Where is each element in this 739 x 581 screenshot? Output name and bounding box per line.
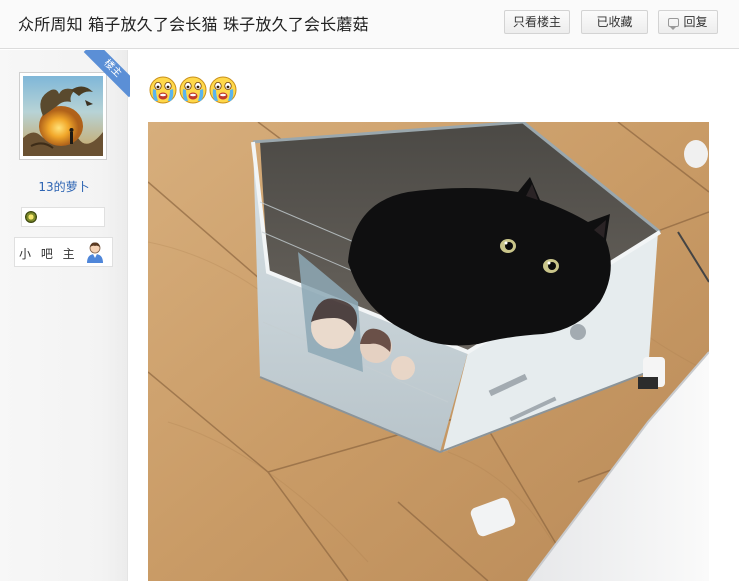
post-photo[interactable] [148, 122, 709, 581]
thread-header: 众所周知 箱子放久了会长猫 珠子放久了会长蘑菇 只看楼主 已收藏 回复 [0, 0, 739, 49]
collected-button[interactable]: 已收藏 [581, 10, 648, 34]
op-ribbon: 楼主 [76, 50, 130, 104]
crying-face-icon [149, 76, 177, 104]
reply-button[interactable]: 回复 [658, 10, 718, 34]
crying-face-icon [179, 76, 207, 104]
reply-button-label: 回复 [683, 15, 708, 29]
level-medal-icon [25, 211, 37, 223]
role-badge[interactable]: 小 吧 主 [14, 237, 113, 267]
crying-face-icon [209, 76, 237, 104]
role-label: 小 吧 主 [19, 247, 78, 261]
only-op-button[interactable]: 只看楼主 [504, 10, 570, 34]
post-page: 众所周知 箱子放久了会长猫 珠子放久了会长蘑菇 只看楼主 已收藏 回复 楼主 1… [0, 0, 739, 581]
emoji-row [148, 75, 238, 107]
level-badge[interactable] [21, 207, 105, 227]
author-username[interactable]: 13的萝卜 [0, 178, 128, 195]
thread-title: 众所周知 箱子放久了会长猫 珠子放久了会长蘑菇 [18, 15, 369, 34]
person-icon [87, 242, 103, 263]
reply-bubble-icon [668, 18, 680, 30]
op-ribbon-label: 楼主 [83, 50, 130, 98]
author-sidebar: 楼主 13的萝卜 小 吧 主 [0, 50, 130, 581]
